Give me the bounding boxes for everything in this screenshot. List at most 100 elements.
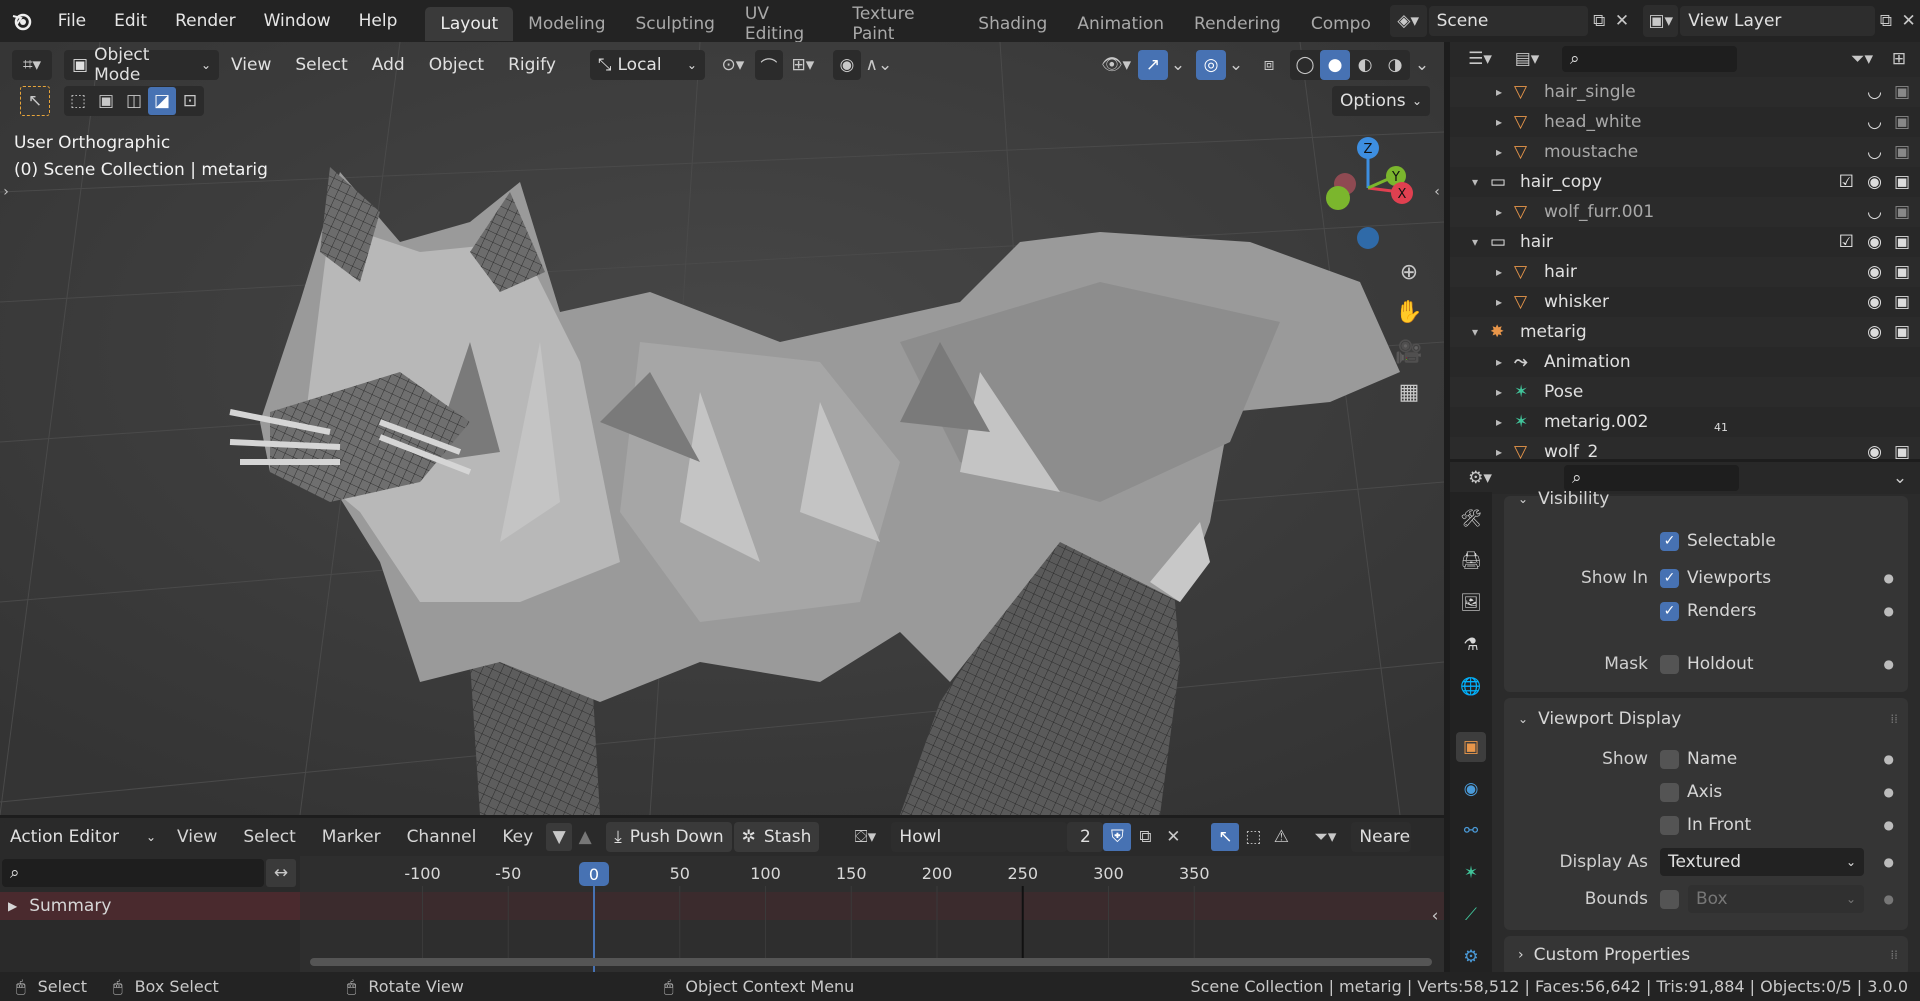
chevron-down-icon[interactable]: ⌄ [1410,50,1434,80]
render-camera-icon[interactable]: ▣ [1894,322,1910,342]
object-tab-icon[interactable]: ▣ [1456,732,1486,762]
select-subtract-icon[interactable]: ◫ [120,87,148,115]
ae-menu-channel[interactable]: Channel [394,827,490,847]
bone-tab-icon[interactable]: ⟋ [1456,900,1486,930]
keyframe-dot-icon[interactable]: ● [1884,604,1894,618]
tab-shading[interactable]: Shading [963,7,1062,41]
new-scene-icon[interactable]: ⧉ [1588,6,1611,36]
delete-view-layer-icon[interactable]: ✕ [1897,6,1920,36]
select-tool-icon[interactable]: ↖ [20,86,50,116]
chevron-right-icon[interactable]: ▸ [1496,445,1502,459]
eye-icon[interactable]: ◉ [1867,292,1882,312]
outliner-item[interactable]: ▸ ▽ hair ◉ ▣ [1450,257,1920,287]
render-camera-icon[interactable]: ▣ [1894,142,1910,162]
outliner-item[interactable]: ▸ ▽ whisker ◉ ▣ [1450,287,1920,317]
chevron-down-icon[interactable]: ⌄ [1168,50,1188,80]
gizmo-neg-z[interactable] [1357,227,1379,249]
bounds-type-dropdown[interactable]: Box ⌄ [1688,885,1864,913]
selectable-checkbox[interactable]: ✓ [1660,531,1679,551]
eye-icon[interactable]: ◉ [1867,262,1882,282]
xray-icon[interactable]: ⧈ [1254,50,1284,80]
drag-handle-icon[interactable]: ⁞⁞ [1890,712,1898,726]
menu-add[interactable]: Add [360,55,417,75]
outliner-item[interactable]: ▸ ▽ head_white ◡ ▣ [1450,107,1920,137]
drag-handle-icon[interactable]: ⁞⁞ [1890,948,1898,962]
filter-icon[interactable]: ⏷▾ [1840,45,1884,73]
keyframe-dot-icon[interactable]: ● [1884,571,1894,585]
perspective-grid-icon[interactable]: ▦ [1391,372,1427,412]
options-button[interactable]: Options ⌄ [1332,86,1430,116]
outliner-item[interactable]: ▸ ▽ hair_single ◡ ▣ [1450,77,1920,107]
properties-editor[interactable]: ⚙▾ ⌕ ⌄ 🛠 🖨 🖼 ⚗ 🌐 ▣ ◉ ⚯ ✶ ⟋ ⚙ ⌄ Visibilit… [1450,462,1920,972]
eye-closed-icon[interactable]: ◡ [1867,112,1882,132]
tab-sculpting[interactable]: Sculpting [621,7,730,41]
action-name-field[interactable]: Howl [891,822,1068,852]
chevron-down-icon[interactable]: ⌄ [1226,50,1246,80]
scene-name-field[interactable]: Scene [1428,6,1588,36]
chevron-right-icon[interactable]: ▸ [1496,205,1502,219]
chevron-right-icon[interactable]: ▸ [1496,295,1502,309]
keyframe-dot-icon[interactable]: ● [1884,752,1894,766]
chevron-down-icon[interactable]: ▾ [1472,235,1478,249]
sidebar-toggle-icon[interactable]: ‹ [1428,906,1442,926]
editor-mode-dropdown[interactable]: Action Editor ⌄ [2,822,164,852]
chevron-right-icon[interactable]: ▸ [1496,115,1502,129]
action-browse-icon[interactable]: ⛋▾ [843,823,887,851]
summary-channel[interactable]: ▶ Summary [0,892,300,920]
armature-data-tab-icon[interactable]: ✶ [1456,858,1486,888]
overlays-icon[interactable]: ◎ [1196,50,1226,80]
chevron-down-icon[interactable]: ▾ [1472,175,1478,189]
zoom-icon[interactable]: ⊕ [1391,252,1427,292]
menu-object[interactable]: Object [417,55,496,75]
menu-file[interactable]: File [44,0,100,42]
tab-modeling[interactable]: Modeling [513,7,620,41]
action-editor[interactable]: Action Editor ⌄ View Select Marker Chann… [0,818,1444,972]
viewport-display-header[interactable]: ⌄ Viewport Display ⁞⁞ [1504,704,1908,734]
outliner-item[interactable]: ▸ ✶ Pose [1450,377,1920,407]
push-down-button[interactable]: ⤓ Push Down [606,822,732,852]
chevron-down-icon[interactable]: ▾ [1472,325,1478,339]
render-camera-icon[interactable]: ▣ [1894,232,1910,252]
delete-scene-icon[interactable]: ✕ [1611,6,1634,36]
chevron-right-icon[interactable]: ▸ [1496,415,1502,429]
view-layer-field[interactable]: View Layer [1680,6,1875,36]
render-camera-icon[interactable]: ▣ [1894,442,1910,459]
outliner[interactable]: ☰▾ ▤▾ ⌕ ⏷▾ ⊞ ▸ ▽ hair_single ◡ ▣ ▸ ▽ head_white… [1450,42,1920,459]
menu-help[interactable]: Help [345,0,412,42]
holdout-toggle[interactable]: Holdout [1660,654,1754,674]
tab-texture-paint[interactable]: Texture Paint [837,4,963,44]
eye-icon[interactable]: ◉ [1867,172,1882,192]
render-camera-icon[interactable]: ▣ [1894,262,1910,282]
snapping-dropdown[interactable]: Neare [1351,822,1412,852]
menu-view[interactable]: View [219,55,283,75]
layer-up-icon[interactable]: ▲ [572,823,598,851]
outliner-item[interactable]: ▾ ▭ hair ☑ ◉ ▣ [1450,227,1920,257]
menu-window[interactable]: Window [250,0,345,42]
select-invert-icon[interactable]: ◪ [148,87,176,115]
render-tab-icon[interactable]: 🖨 [1456,546,1486,576]
show-hidden-icon[interactable]: ⬚ [1239,823,1267,851]
chevron-right-icon[interactable]: ▸ [1496,265,1502,279]
sidebar-toggle-icon[interactable]: ‹ [1430,182,1444,202]
tool-tab-icon[interactable]: 🛠 [1456,504,1486,534]
gizmo-neg-y[interactable] [1326,186,1350,210]
toolbar-toggle-icon[interactable]: › [0,182,12,202]
bounds-checkbox[interactable] [1660,889,1679,909]
in-front-toggle[interactable]: In Front [1660,815,1751,835]
eye-closed-icon[interactable]: ◡ [1867,82,1882,102]
editor-type-icon[interactable]: ⚙▾ [1460,464,1500,492]
eye-icon[interactable]: ◉ [1867,442,1882,459]
world-tab-icon[interactable]: 🌐 [1456,672,1486,702]
mode-selector[interactable]: ▣ Object Mode ⌄ [64,45,219,85]
layer-down-icon[interactable]: ▼ [546,823,573,851]
menu-select[interactable]: Select [283,55,359,75]
visibility-header[interactable]: ⌄ Visibility [1504,484,1908,514]
tab-layout[interactable]: Layout [425,6,514,41]
render-camera-icon[interactable]: ▣ [1894,292,1910,312]
custom-properties-header[interactable]: › Custom Properties ⁞⁞ [1504,940,1908,970]
solid-shading-icon[interactable]: ● [1320,50,1350,80]
eye-icon[interactable]: ◉ [1867,322,1882,342]
gizmo-toggle-icon[interactable]: ↗ [1138,50,1168,80]
ae-menu-marker[interactable]: Marker [309,827,394,847]
camera-view-icon[interactable]: 🎥 [1391,332,1427,372]
